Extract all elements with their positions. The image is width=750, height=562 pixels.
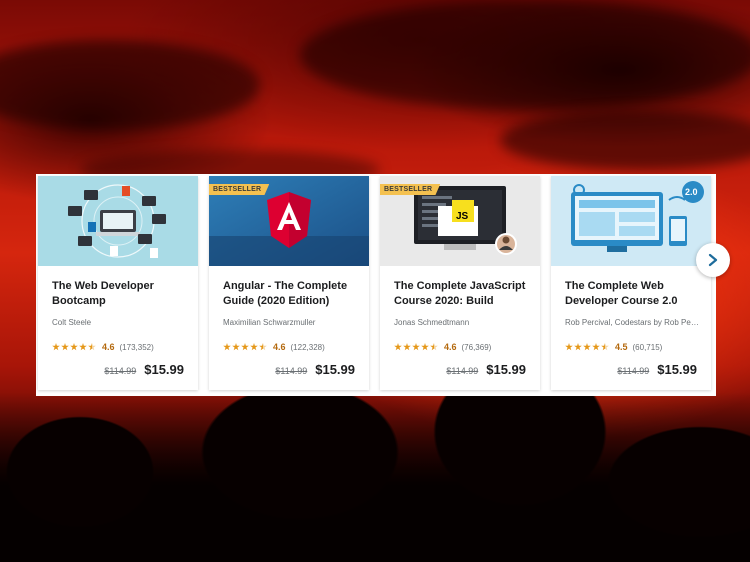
rating-value: 4.6 — [444, 342, 457, 352]
course-title[interactable]: The Complete Web Developer Course 2.0 — [565, 279, 701, 309]
course-rating: 4.6 (122,328) — [223, 341, 325, 353]
star-icon — [241, 343, 249, 351]
half-star-icon — [88, 343, 96, 351]
star-icon — [250, 343, 258, 351]
course-rating: 4.6 (76,369) — [394, 341, 491, 353]
half-star-icon — [430, 343, 438, 351]
course-price: $114.99 $15.99 — [617, 362, 697, 377]
chevron-right-icon — [708, 253, 718, 267]
course-carousel: The Web Developer Bootcamp Colt Steele 4… — [36, 174, 716, 396]
course-card[interactable]: The Web Developer Bootcamp Colt Steele 4… — [38, 176, 198, 390]
course-rating: 4.5 (60,715) — [565, 341, 662, 353]
course-thumbnail[interactable]: JS BESTSELLER — [380, 176, 540, 266]
review-count: (60,715) — [632, 342, 663, 352]
star-icon — [52, 343, 60, 351]
rating-value: 4.5 — [615, 342, 628, 352]
star-icon — [421, 343, 429, 351]
review-count: (122,328) — [290, 342, 325, 352]
course-card[interactable]: JS BESTSELLER The Complete JavaScript Co… — [380, 176, 540, 390]
star-icon — [403, 343, 411, 351]
review-count: (173,352) — [119, 342, 154, 352]
version-badge: 2.0 — [685, 187, 698, 197]
star-icon — [412, 343, 420, 351]
star-icon — [583, 343, 591, 351]
sale-price: $15.99 — [144, 362, 184, 377]
half-star-icon — [259, 343, 267, 351]
course-author: Rob Percival, Codestars by Rob Pe… — [565, 318, 699, 327]
star-rating-icon — [223, 343, 267, 351]
course-card[interactable]: 2.0 The Complete Web Developer Course 2.… — [551, 176, 711, 390]
course-price: $114.99 $15.99 — [446, 362, 526, 377]
rating-value: 4.6 — [273, 342, 286, 352]
review-count: (76,369) — [461, 342, 492, 352]
course-card[interactable]: BESTSELLER Angular - The Complete Guide … — [209, 176, 369, 390]
star-icon — [79, 343, 87, 351]
course-author: Colt Steele — [52, 318, 92, 327]
star-icon — [223, 343, 231, 351]
sale-price: $15.99 — [486, 362, 526, 377]
star-rating-icon — [394, 343, 438, 351]
rating-value: 4.6 — [102, 342, 115, 352]
original-price: $114.99 — [617, 366, 650, 376]
js-logo-label: JS — [456, 211, 469, 222]
course-thumbnail[interactable]: 2.0 — [551, 176, 711, 266]
sale-price: $15.99 — [657, 362, 697, 377]
course-author: Jonas Schmedtmann — [394, 318, 470, 327]
star-icon — [394, 343, 402, 351]
course-title[interactable]: The Web Developer Bootcamp — [52, 279, 188, 309]
original-price: $114.99 — [446, 366, 479, 376]
course-author: Maximilian Schwarzmuller — [223, 318, 316, 327]
star-icon — [574, 343, 582, 351]
star-icon — [592, 343, 600, 351]
course-price: $114.99 $15.99 — [104, 362, 184, 377]
star-icon — [70, 343, 78, 351]
course-thumbnail[interactable] — [38, 176, 198, 266]
course-price: $114.99 $15.99 — [275, 362, 355, 377]
course-rating: 4.6 (173,352) — [52, 341, 154, 353]
star-icon — [232, 343, 240, 351]
course-title[interactable]: Angular - The Complete Guide (2020 Editi… — [223, 279, 359, 309]
bestseller-badge: BESTSELLER — [209, 184, 270, 195]
star-rating-icon — [52, 343, 96, 351]
star-icon — [565, 343, 573, 351]
star-rating-icon — [565, 343, 609, 351]
star-icon — [61, 343, 69, 351]
carousel-next-button[interactable] — [696, 243, 730, 277]
half-star-icon — [601, 343, 609, 351]
course-title[interactable]: The Complete JavaScript Course 2020: Bui… — [394, 279, 530, 309]
original-price: $114.99 — [104, 366, 137, 376]
sale-price: $15.99 — [315, 362, 355, 377]
original-price: $114.99 — [275, 366, 308, 376]
bestseller-badge: BESTSELLER — [380, 184, 441, 195]
course-thumbnail[interactable]: BESTSELLER — [209, 176, 369, 266]
